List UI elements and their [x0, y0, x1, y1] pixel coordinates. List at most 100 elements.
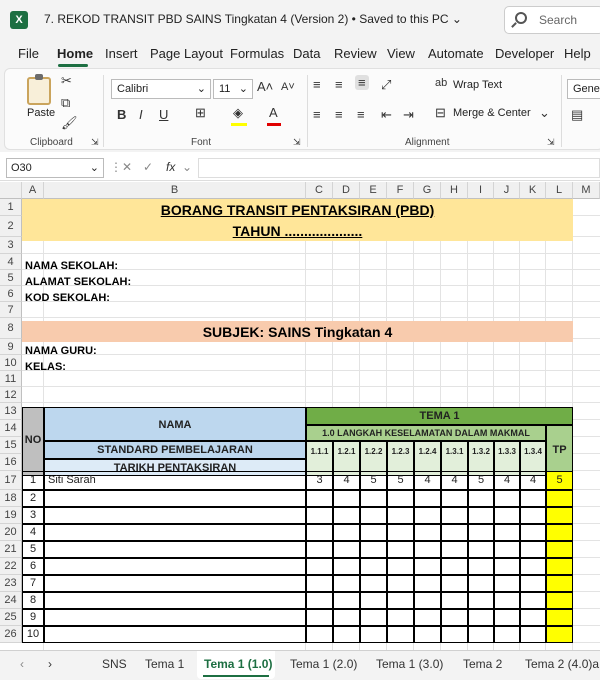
paste-button[interactable]: Paste — [27, 107, 55, 119]
score-cell[interactable] — [414, 507, 441, 524]
row-header[interactable]: 11 — [0, 371, 22, 387]
score-cell[interactable] — [360, 541, 387, 558]
score-cell[interactable] — [333, 541, 360, 558]
number-format-select[interactable]: General — [567, 79, 600, 99]
score-cell[interactable] — [333, 575, 360, 592]
tab-review[interactable]: Review — [334, 46, 377, 61]
score-cell[interactable] — [306, 626, 333, 643]
clipboard-launcher-icon[interactable]: ⇲ — [91, 137, 99, 148]
score-cell[interactable] — [360, 626, 387, 643]
score-cell[interactable] — [414, 541, 441, 558]
sheet-tab[interactable]: Tema 2 (4.0)a — [525, 657, 599, 671]
score-cell[interactable] — [360, 507, 387, 524]
score-cell[interactable] — [441, 558, 468, 575]
column-header[interactable]: M — [573, 182, 600, 199]
score-cell[interactable] — [387, 490, 414, 507]
student-name-cell[interactable] — [44, 541, 306, 558]
score-cell[interactable] — [306, 575, 333, 592]
tp-cell[interactable] — [546, 626, 573, 643]
score-cell[interactable]: 4 — [520, 471, 546, 490]
font-launcher-icon[interactable]: ⇲ — [293, 137, 301, 148]
align-top-icon[interactable]: ≡ — [313, 77, 321, 92]
borders-icon[interactable]: ⊞ — [195, 105, 206, 121]
row-header[interactable]: 8 — [0, 318, 22, 339]
row-header[interactable]: 24 — [0, 592, 22, 609]
score-cell[interactable] — [468, 490, 494, 507]
align-middle-icon[interactable]: ≡ — [335, 77, 343, 92]
row-header[interactable]: 10 — [0, 355, 22, 371]
score-cell[interactable] — [494, 575, 520, 592]
score-cell[interactable] — [414, 490, 441, 507]
student-name-cell[interactable] — [44, 592, 306, 609]
row-header[interactable]: 5 — [0, 270, 22, 286]
scroll-left-icon[interactable]: ‹ — [20, 657, 24, 671]
score-cell[interactable] — [441, 626, 468, 643]
font-size-select[interactable]: 11 ⌄ — [213, 79, 253, 99]
score-cell[interactable] — [494, 558, 520, 575]
merge-center-icon[interactable]: ⊟ — [435, 105, 446, 121]
student-name-cell[interactable] — [44, 490, 306, 507]
column-header[interactable]: J — [494, 182, 520, 199]
score-cell[interactable] — [360, 609, 387, 626]
score-cell[interactable] — [468, 575, 494, 592]
row-header[interactable]: 14 — [0, 420, 22, 437]
underline-icon[interactable]: U — [159, 107, 168, 122]
score-cell[interactable] — [387, 626, 414, 643]
score-cell[interactable] — [333, 626, 360, 643]
align-right-icon[interactable]: ≡ — [357, 107, 365, 122]
score-cell[interactable] — [494, 490, 520, 507]
score-cell[interactable] — [520, 626, 546, 643]
row-header[interactable]: 19 — [0, 507, 22, 524]
tp-cell[interactable]: 5 — [546, 471, 573, 490]
score-cell[interactable] — [360, 575, 387, 592]
score-cell[interactable] — [468, 558, 494, 575]
paste-icon[interactable] — [27, 74, 51, 105]
score-cell[interactable] — [414, 592, 441, 609]
score-cell[interactable]: 4 — [333, 471, 360, 490]
row-header[interactable]: 12 — [0, 387, 22, 403]
tab-view[interactable]: View — [387, 46, 415, 61]
score-cell[interactable] — [333, 507, 360, 524]
student-name-cell[interactable] — [44, 609, 306, 626]
student-no-cell[interactable]: 5 — [22, 541, 44, 558]
row-header[interactable]: 17 — [0, 471, 22, 490]
chevron-down-icon[interactable]: ⌄ — [539, 105, 550, 121]
score-cell[interactable] — [441, 575, 468, 592]
cut-icon[interactable]: ✂ — [61, 73, 72, 89]
column-header[interactable]: B — [44, 182, 306, 199]
italic-icon[interactable]: I — [139, 107, 143, 122]
font-color-icon[interactable]: A — [269, 105, 278, 120]
row-header[interactable]: 25 — [0, 609, 22, 626]
score-cell[interactable] — [468, 592, 494, 609]
score-cell[interactable] — [360, 592, 387, 609]
score-cell[interactable] — [333, 490, 360, 507]
score-cell[interactable] — [387, 524, 414, 541]
student-no-cell[interactable]: 6 — [22, 558, 44, 575]
score-cell[interactable] — [494, 592, 520, 609]
score-cell[interactable]: 5 — [387, 471, 414, 490]
score-cell[interactable] — [333, 592, 360, 609]
score-cell[interactable] — [306, 592, 333, 609]
score-cell[interactable] — [360, 524, 387, 541]
insert-function-button[interactable]: fx — [166, 160, 175, 174]
score-cell[interactable] — [520, 609, 546, 626]
score-cell[interactable] — [468, 609, 494, 626]
name-box[interactable]: O30 ⌄ — [6, 158, 104, 178]
font-name-select[interactable]: Calibri ⌄ — [111, 79, 211, 99]
score-cell[interactable] — [520, 592, 546, 609]
tp-cell[interactable] — [546, 558, 573, 575]
student-no-cell[interactable]: 8 — [22, 592, 44, 609]
row-header[interactable]: 23 — [0, 575, 22, 592]
score-cell[interactable] — [306, 490, 333, 507]
score-cell[interactable] — [468, 524, 494, 541]
score-cell[interactable] — [306, 609, 333, 626]
row-header[interactable]: 6 — [0, 286, 22, 302]
column-header[interactable]: K — [520, 182, 546, 199]
row-header[interactable]: 22 — [0, 558, 22, 575]
orientation-icon[interactable]: ⤢ — [381, 77, 391, 93]
sheet-tab[interactable]: Tema 1 (3.0) — [376, 657, 443, 671]
wrap-text-icon[interactable]: ab — [435, 77, 447, 89]
tab-insert[interactable]: Insert — [105, 46, 138, 61]
align-center-icon[interactable]: ≡ — [335, 107, 343, 122]
score-cell[interactable] — [441, 592, 468, 609]
